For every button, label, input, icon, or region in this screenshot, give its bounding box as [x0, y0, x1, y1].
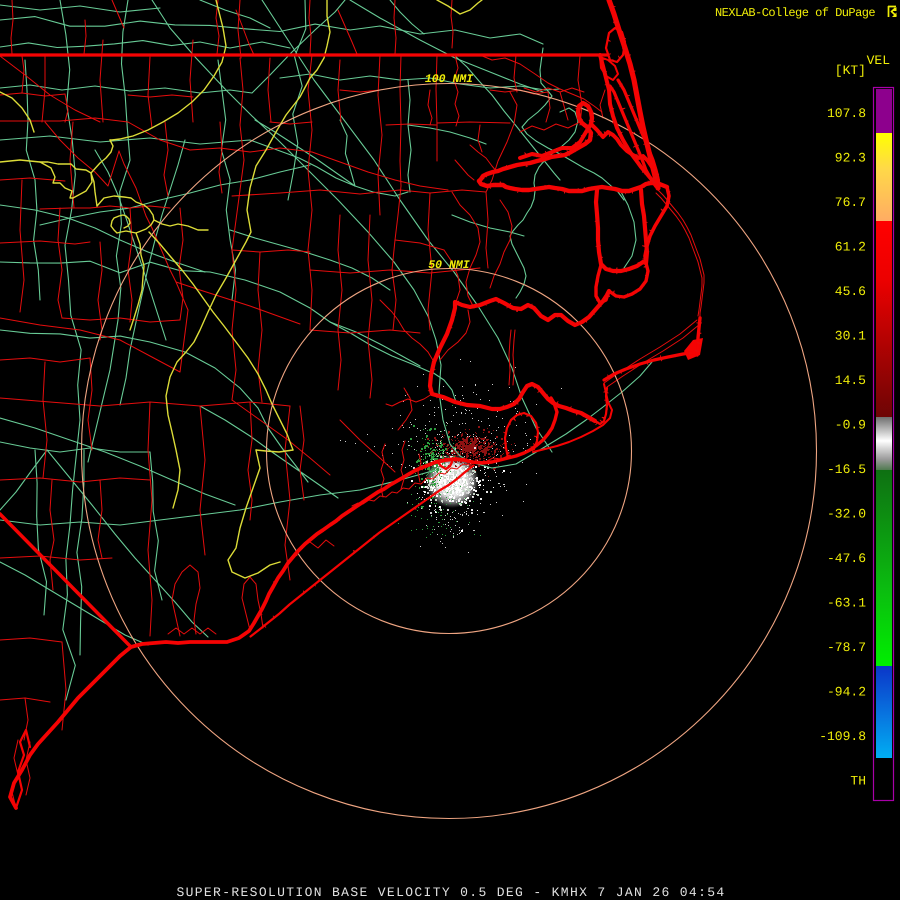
svg-text:61.2: 61.2 [835, 240, 866, 255]
svg-text:-0.9: -0.9 [835, 418, 866, 433]
svg-text:76.7: 76.7 [835, 195, 866, 210]
svg-text:NEXLAB-College of DuPage: NEXLAB-College of DuPage [715, 6, 875, 20]
svg-text:[KT]: [KT] [835, 63, 866, 78]
svg-text:30.1: 30.1 [835, 329, 866, 344]
svg-text:50 NMI: 50 NMI [428, 259, 470, 272]
svg-text:92.3: 92.3 [835, 151, 866, 166]
svg-text:107.8: 107.8 [827, 106, 866, 121]
svg-text:-63.1: -63.1 [827, 596, 866, 611]
svg-text:14.5: 14.5 [835, 373, 866, 388]
svg-text:45.6: 45.6 [835, 284, 866, 299]
svg-text:-109.8: -109.8 [819, 729, 866, 744]
svg-text:TH: TH [850, 774, 866, 789]
svg-text:-47.6: -47.6 [827, 551, 866, 566]
svg-text:-16.5: -16.5 [827, 462, 866, 477]
svg-text:-32.0: -32.0 [827, 507, 866, 522]
svg-text:-78.7: -78.7 [827, 640, 866, 655]
svg-text:SUPER-RESOLUTION BASE VELOCITY: SUPER-RESOLUTION BASE VELOCITY 0.5 DEG -… [176, 885, 725, 900]
svg-text:-94.2: -94.2 [827, 685, 866, 700]
svg-text:100 NMI: 100 NMI [425, 73, 473, 86]
svg-text:VEL: VEL [867, 53, 890, 68]
